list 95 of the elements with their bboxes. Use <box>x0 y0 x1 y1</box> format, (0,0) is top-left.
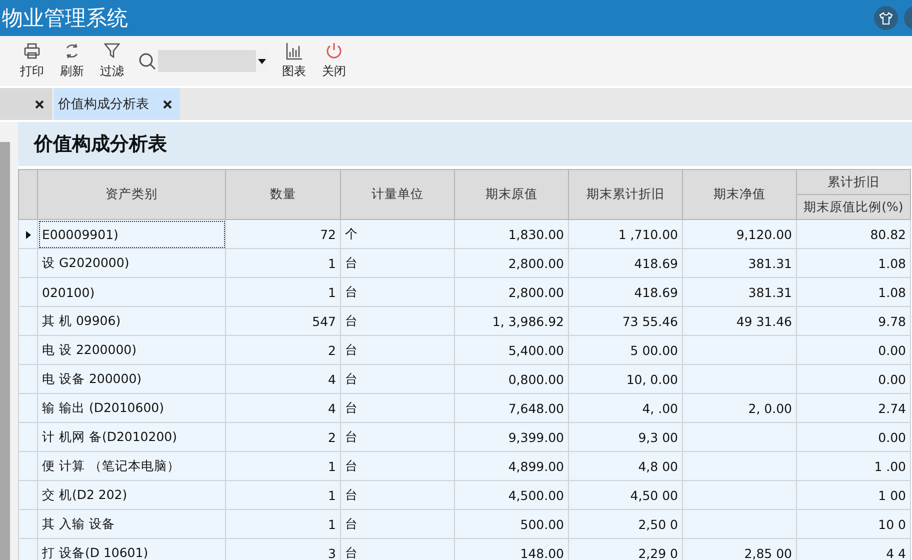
column-header[interactable]: 期末净值 <box>682 170 796 220</box>
table-cell: 2,800.00 <box>454 278 568 306</box>
table-cell: 10 0 <box>796 510 910 538</box>
table-cell: 4,500.00 <box>454 480 568 510</box>
table-cell: 打 设备(D 10601) <box>38 538 226 560</box>
table-cell: 台 <box>340 364 454 394</box>
table-cell: 0,800.00 <box>454 364 568 394</box>
table-cell: 个 <box>340 220 454 248</box>
table-cell: 72 <box>226 220 340 248</box>
table-cell: 1 <box>226 510 340 538</box>
table-cell: 电 设 2200000) <box>38 336 226 364</box>
table-cell: 10, 0.00 <box>568 364 682 394</box>
table-cell: 2, 0.00 <box>682 394 796 422</box>
table-cell: 4 4 <box>796 538 910 560</box>
column-header[interactable]: 计量单位 <box>340 170 454 220</box>
table-cell: 4 <box>226 364 340 394</box>
table-cell: 020100) <box>38 278 226 306</box>
table-cell: 80.82 <box>796 220 910 248</box>
column-header[interactable]: 数量 <box>226 170 340 220</box>
table-cell: 台 <box>340 278 454 306</box>
table-cell: 台 <box>340 510 454 538</box>
column-header[interactable]: 期末累计折旧 <box>568 170 682 220</box>
table-cell: 2,50 0 <box>568 510 682 538</box>
table-cell: 9.78 <box>796 306 910 336</box>
table-cell: 9,399.00 <box>454 422 568 452</box>
column-header[interactable]: 期末原值 <box>454 170 568 220</box>
table-cell: 2.74 <box>796 394 910 422</box>
table-cell: 418.69 <box>568 248 682 278</box>
table-cell: 设 G2020000) <box>38 248 226 278</box>
table-cell: 交 机(D2 202) <box>38 480 226 510</box>
table-cell: 2,800.00 <box>454 248 568 278</box>
table-cell: 1 ,710.00 <box>568 220 682 248</box>
window-title: 物业管理系统 <box>2 5 128 32</box>
table-cell: 1 <box>226 248 340 278</box>
toolbar-button[interactable]: 过滤 <box>98 42 126 80</box>
table-cell: 0.00 <box>796 364 910 394</box>
table-cell: 4,50 00 <box>568 480 682 510</box>
table-cell: 2,29 0 <box>568 538 682 560</box>
table-cell: 台 <box>340 538 454 560</box>
table-cell: 便 计算 （笔记本电脑） <box>38 452 226 480</box>
table-cell: 输 输出 (D2010600) <box>38 394 226 422</box>
toolbar-button[interactable]: 关闭 <box>320 42 348 80</box>
table-cell: 台 <box>340 306 454 336</box>
table-cell: 台 <box>340 248 454 278</box>
toolbar-button[interactable]: 打印 <box>18 42 46 80</box>
table-cell: 其 机 09906) <box>38 306 226 336</box>
tab[interactable]: 价值构成分析表 <box>54 88 180 120</box>
table-cell: 9,120.00 <box>682 220 796 248</box>
table-cell: 2 <box>226 422 340 452</box>
table-cell: 2,85 00 <box>682 538 796 560</box>
table-cell: 148.00 <box>454 538 568 560</box>
table-cell: 1.08 <box>796 248 910 278</box>
table-cell: 电 设备 200000) <box>38 364 226 394</box>
column-header[interactable]: 资产类别 <box>38 170 226 220</box>
table-cell: 4,8 00 <box>568 452 682 480</box>
table-cell: 1 <box>226 480 340 510</box>
table-cell: 1, 3,986.92 <box>454 306 568 336</box>
tab-label: 价值构成分析表 <box>58 96 149 113</box>
table-cell: 381.31 <box>682 278 796 306</box>
table-cell: 台 <box>340 452 454 480</box>
table-cell: E00009901) <box>38 220 226 248</box>
table-cell: 4, .00 <box>568 394 682 422</box>
table-cell: 49 31.46 <box>682 306 796 336</box>
column-header[interactable]: 期末原值比例(%) <box>796 194 910 220</box>
table-cell: 7,648.00 <box>454 394 568 422</box>
table-cell: 547 <box>226 306 340 336</box>
toolbar-button[interactable]: 刷新 <box>58 42 86 80</box>
report-title: 价值构成分析表 <box>34 132 167 157</box>
table-cell: 台 <box>340 422 454 452</box>
table-cell: 1 00 <box>796 480 910 510</box>
table-cell: 台 <box>340 394 454 422</box>
table-cell: 1 .00 <box>796 452 910 480</box>
table-cell: 418.69 <box>568 278 682 306</box>
table-cell: 1 <box>226 452 340 480</box>
table-cell: 9,3 00 <box>568 422 682 452</box>
table-cell: 3 <box>226 538 340 560</box>
table-cell: 台 <box>340 336 454 364</box>
table-cell: 1,830.00 <box>454 220 568 248</box>
table-cell: 73 55.46 <box>568 306 682 336</box>
table-cell: 0.00 <box>796 422 910 452</box>
table-cell: 1 <box>226 278 340 306</box>
table-cell: 计 机网 备(D2010200) <box>38 422 226 452</box>
table-cell: 381.31 <box>682 248 796 278</box>
table-cell: 500.00 <box>454 510 568 538</box>
toolbar-button[interactable]: 图表 <box>280 42 308 80</box>
table-cell: 2 <box>226 336 340 364</box>
table-cell: 4,899.00 <box>454 452 568 480</box>
table-cell: 4 <box>226 394 340 422</box>
table-cell: 台 <box>340 480 454 510</box>
table-cell: 5,400.00 <box>454 336 568 364</box>
table-cell: 0.00 <box>796 336 910 364</box>
table-cell: 1.08 <box>796 278 910 306</box>
group-header: 累计折旧 <box>796 170 910 194</box>
table-cell: 5 00.00 <box>568 336 682 364</box>
table-cell: 其 入输 设备 <box>38 510 226 538</box>
